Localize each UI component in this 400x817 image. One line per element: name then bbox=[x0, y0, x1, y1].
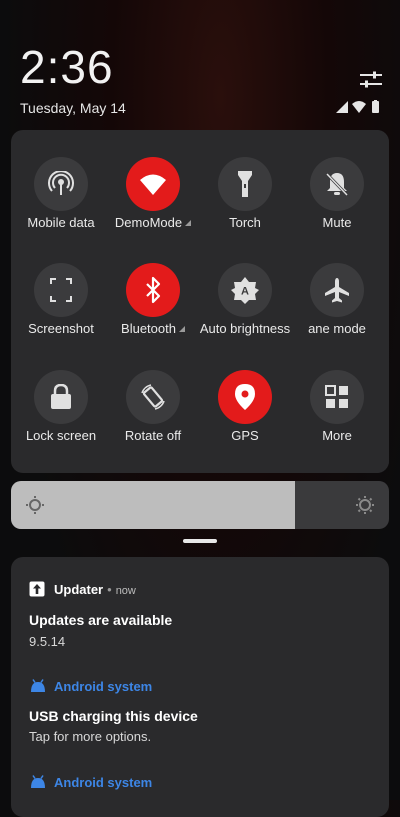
qs-tile-screenshot[interactable]: Screenshot bbox=[15, 263, 107, 369]
qs-tile-label: Torch bbox=[193, 215, 297, 230]
qs-tile-label-text: Lock screen bbox=[25, 428, 97, 443]
notification-app-name: Android system bbox=[54, 775, 153, 790]
qs-tile-label-text: Mute bbox=[322, 215, 352, 230]
qs-tile-label-text: GPS bbox=[231, 428, 259, 443]
qs-tile-mute[interactable]: Mute bbox=[291, 157, 383, 263]
battery-icon bbox=[372, 100, 379, 113]
qs-tile-label: Auto brightness bbox=[193, 321, 297, 336]
qs-tile-label: Rotate off bbox=[101, 428, 205, 443]
brightness-slider[interactable] bbox=[11, 481, 389, 529]
qs-tile-label-text: ane mode bbox=[308, 321, 366, 336]
svg-text:A: A bbox=[241, 286, 249, 298]
location-icon[interactable] bbox=[218, 370, 272, 424]
qs-tile-label-text: Bluetooth bbox=[121, 321, 176, 336]
flashlight-icon[interactable] bbox=[218, 157, 272, 211]
brightness-low-icon bbox=[26, 496, 44, 514]
notification-title: USB charging this device bbox=[29, 708, 198, 724]
app-name-text: Updater bbox=[54, 582, 104, 597]
qs-tile-more[interactable]: More bbox=[291, 370, 383, 476]
notification-header: 2:36 Tuesday, May 14 bbox=[0, 0, 400, 125]
qs-tile-label: Bluetooth bbox=[101, 321, 205, 336]
qs-tile-label-text: Torch bbox=[229, 215, 261, 230]
wifi-icon[interactable] bbox=[126, 157, 180, 211]
date[interactable]: Tuesday, May 14 bbox=[20, 100, 126, 116]
quick-settings-panel: Mobile data DemoMode Torch Mute Screenshot Bl… bbox=[11, 130, 389, 473]
qs-tile-label-text: Screenshot bbox=[28, 321, 94, 336]
qs-tile-label: Mobile data bbox=[9, 215, 113, 230]
qs-tile-mobile-data[interactable]: Mobile data bbox=[15, 157, 107, 263]
notifications-panel: Updater • now Updates are available 9.5.14… bbox=[11, 557, 389, 817]
expand-caret-icon[interactable] bbox=[178, 326, 185, 332]
qs-tile-label: Screenshot bbox=[9, 321, 113, 336]
qs-tile-label: DemoMode bbox=[101, 215, 205, 230]
android-icon bbox=[31, 775, 45, 788]
qs-tile-label-text: DemoMode bbox=[114, 215, 183, 230]
brightness-fill bbox=[11, 481, 295, 529]
status-icons bbox=[336, 100, 379, 113]
qs-tile-rotate-off[interactable]: Rotate off bbox=[107, 370, 199, 476]
qs-tile-lock-screen[interactable]: Lock screen bbox=[15, 370, 107, 476]
notification-time: now bbox=[115, 585, 136, 597]
mobile-data-icon[interactable] bbox=[34, 157, 88, 211]
grid-icon[interactable] bbox=[310, 370, 364, 424]
notification-app-name: Android system bbox=[54, 679, 153, 694]
notification-text: 9.5.14 bbox=[29, 634, 66, 649]
qs-tile-auto-brightness[interactable]: A Auto brightness bbox=[199, 263, 291, 369]
screenshot-icon[interactable] bbox=[34, 263, 88, 317]
brightness-high-icon bbox=[356, 496, 374, 514]
qs-tile-ane-mode[interactable]: ane mode bbox=[291, 263, 383, 369]
clock[interactable]: 2:36 bbox=[20, 40, 114, 94]
auto-brightness-icon[interactable]: A bbox=[218, 263, 272, 317]
qs-tile-bluetooth[interactable]: Bluetooth bbox=[107, 263, 199, 369]
notification-text: Tap for more options. bbox=[29, 729, 152, 744]
airplane-icon[interactable] bbox=[310, 263, 364, 317]
qs-tile-gps[interactable]: GPS bbox=[199, 370, 291, 476]
panel-drag-handle[interactable] bbox=[183, 539, 217, 543]
rotate-icon[interactable] bbox=[126, 370, 180, 424]
bluetooth-icon[interactable] bbox=[126, 263, 180, 317]
qs-edge bbox=[371, 130, 389, 473]
qs-tile-label-text: Auto brightness bbox=[199, 321, 291, 336]
mute-bell-icon[interactable] bbox=[310, 157, 364, 211]
notification-title: Updates are available bbox=[29, 612, 173, 628]
settings-sliders-icon[interactable] bbox=[358, 70, 384, 90]
expand-caret-icon[interactable] bbox=[185, 220, 192, 226]
update-arrow-icon bbox=[29, 581, 45, 597]
qs-tile-label-text: Mobile data bbox=[27, 215, 95, 230]
qs-tile-torch[interactable]: Torch bbox=[199, 157, 291, 263]
lock-icon[interactable] bbox=[34, 370, 88, 424]
qs-tile-label: Lock screen bbox=[9, 428, 113, 443]
notification-app-name: Updater • now bbox=[54, 582, 136, 597]
qs-tile-label-text: Rotate off bbox=[124, 428, 182, 443]
android-icon bbox=[31, 679, 45, 692]
qs-tile-demomode[interactable]: DemoMode bbox=[107, 157, 199, 263]
qs-tile-label: GPS bbox=[193, 428, 297, 443]
qs-tile-label-text: More bbox=[322, 428, 352, 443]
cell-signal-icon bbox=[336, 101, 348, 113]
wifi-status-icon bbox=[352, 101, 366, 113]
